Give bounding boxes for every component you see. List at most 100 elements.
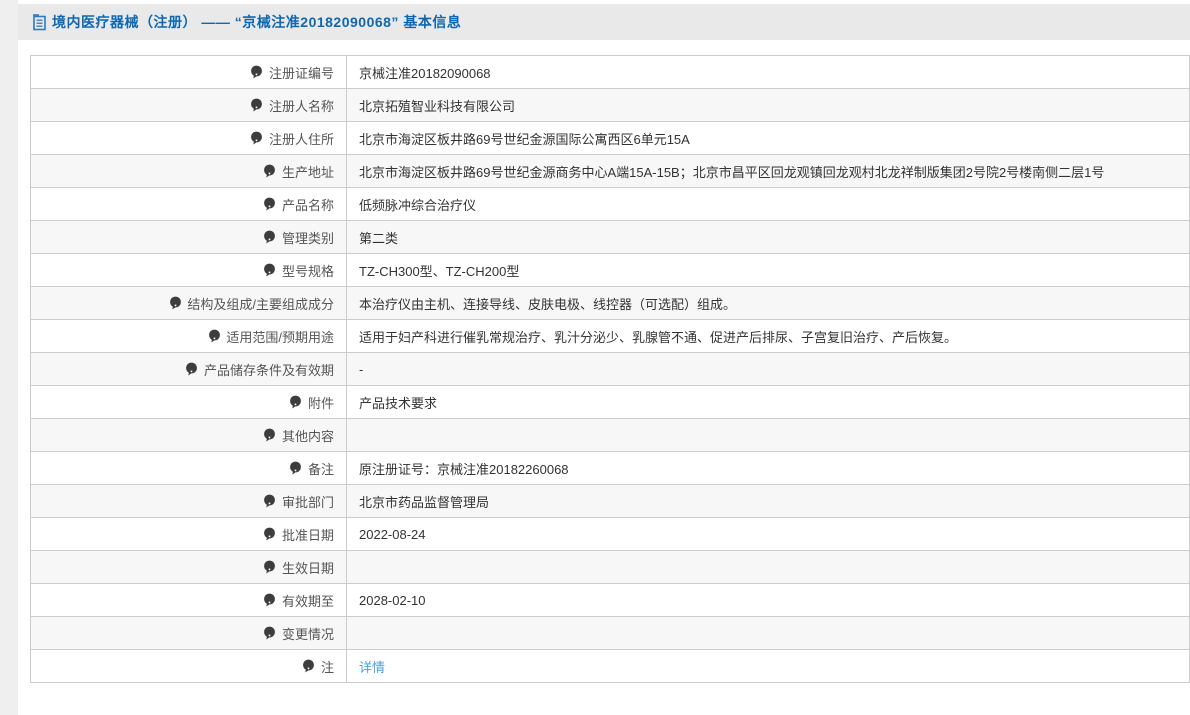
row-label-text: 注册人名称 [268,98,334,114]
row-value [346,550,1190,584]
page: 境内医疗器械（注册） —— “京械注准20182090068” 基本信息 注册证… [0,0,1190,715]
row-value: 详情 [346,649,1190,683]
note-icon [208,329,221,344]
row-label-text: 附件 [307,395,334,411]
registration-info-table: 注册证编号 京械注准20182090068 注册人名称 北京拓殖智业科技有限公司 [30,55,1190,683]
row-label: 附件 [30,385,347,419]
row-label: 注 [30,649,347,683]
row-label-text: 适用范围/预期用途 [226,329,334,345]
row-value: 2028-02-10 [346,583,1190,617]
row-label: 结构及组成/主要组成成分 [30,286,347,320]
table-row: 注册人住所 北京市海淀区板井路69号世纪金源国际公寓西区6单元15A [30,121,1190,155]
row-value: 2022-08-24 [346,517,1190,551]
row-label: 其他内容 [30,418,347,452]
note-icon [302,659,315,674]
row-label: 备注 [30,451,347,485]
row-label-text: 生产地址 [281,164,334,180]
table-row: 附件 产品技术要求 [30,385,1190,419]
row-value: 北京拓殖智业科技有限公司 [346,88,1190,122]
note-icon [289,395,302,410]
note-icon [289,461,302,476]
document-icon [32,13,47,31]
table-row: 备注 原注册证号：京械注准20182260068 [30,451,1190,485]
row-label: 有效期至 [30,583,347,617]
table-row: 产品储存条件及有效期 - [30,352,1190,386]
row-label-text: 备注 [307,461,334,477]
table-row: 注册证编号 京械注准20182090068 [30,55,1190,89]
row-label: 生效日期 [30,550,347,584]
row-value: 京械注准20182090068 [346,55,1190,89]
note-icon [263,263,276,278]
content-panel: 境内医疗器械（注册） —— “京械注准20182090068” 基本信息 注册证… [18,0,1190,715]
note-icon [250,65,263,80]
table-row: 其他内容 [30,418,1190,452]
table-row: 结构及组成/主要组成成分 本治疗仪由主机、连接导线、皮肤电极、线控器（可选配）组… [30,286,1190,320]
note-icon [263,230,276,245]
row-value [346,418,1190,452]
row-label-text: 审批部门 [281,494,334,510]
note-icon [263,197,276,212]
row-label-text: 结构及组成/主要组成成分 [187,296,334,312]
row-value: 本治疗仪由主机、连接导线、皮肤电极、线控器（可选配）组成。 [346,286,1190,320]
row-label-text: 管理类别 [281,230,334,246]
row-label: 产品储存条件及有效期 [30,352,347,386]
table-row: 注册人名称 北京拓殖智业科技有限公司 [30,88,1190,122]
page-title-bar: 境内医疗器械（注册） —— “京械注准20182090068” 基本信息 [18,4,1190,40]
note-icon [263,164,276,179]
row-label-text: 产品储存条件及有效期 [203,362,334,378]
row-value: 低频脉冲综合治疗仪 [346,187,1190,221]
table-row: 适用范围/预期用途 适用于妇产科进行催乳常规治疗、乳汁分泌少、乳腺管不通、促进产… [30,319,1190,353]
table-row: 生产地址 北京市海淀区板井路69号世纪金源商务中心A端15A-15B；北京市昌平… [30,154,1190,188]
row-label-text: 其他内容 [281,428,334,444]
note-icon [263,626,276,641]
row-label-text: 注 [320,659,334,675]
row-value: 产品技术要求 [346,385,1190,419]
row-label-text: 型号规格 [281,263,334,279]
table-row: 批准日期 2022-08-24 [30,517,1190,551]
row-label: 管理类别 [30,220,347,254]
row-label-text: 批准日期 [281,527,334,543]
row-label-text: 注册证编号 [268,65,334,81]
table-row: 型号规格 TZ-CH300型、TZ-CH200型 [30,253,1190,287]
table-row: 管理类别 第二类 [30,220,1190,254]
row-label: 变更情况 [30,616,347,650]
page-title: 境内医疗器械（注册） —— “京械注准20182090068” 基本信息 [52,14,462,30]
row-label-text: 生效日期 [281,560,334,576]
row-value: TZ-CH300型、TZ-CH200型 [346,253,1190,287]
note-icon [263,428,276,443]
row-label: 注册人住所 [30,121,347,155]
table-row: 生效日期 [30,550,1190,584]
row-label-text: 变更情况 [281,626,334,642]
note-icon [263,560,276,575]
row-value: 北京市药品监督管理局 [346,484,1190,518]
row-label: 型号规格 [30,253,347,287]
row-value [346,616,1190,650]
row-value: 适用于妇产科进行催乳常规治疗、乳汁分泌少、乳腺管不通、促进产后排尿、子宫复旧治疗… [346,319,1190,353]
row-value: - [346,352,1190,386]
note-icon [169,296,182,311]
row-label: 审批部门 [30,484,347,518]
details-link[interactable]: 详情 [359,660,385,675]
table-row: 变更情况 [30,616,1190,650]
row-label: 生产地址 [30,154,347,188]
row-label: 产品名称 [30,187,347,221]
row-label-text: 有效期至 [281,593,334,609]
note-icon [263,527,276,542]
row-value: 北京市海淀区板井路69号世纪金源国际公寓西区6单元15A [346,121,1190,155]
table-row: 审批部门 北京市药品监督管理局 [30,484,1190,518]
registration-table-body: 注册证编号 京械注准20182090068 注册人名称 北京拓殖智业科技有限公司 [30,55,1190,683]
row-label: 批准日期 [30,517,347,551]
table-row: 有效期至 2028-02-10 [30,583,1190,617]
table-row: 产品名称 低频脉冲综合治疗仪 [30,187,1190,221]
row-label: 适用范围/预期用途 [30,319,347,353]
note-icon [250,98,263,113]
row-label-text: 注册人住所 [268,131,334,147]
row-label: 注册人名称 [30,88,347,122]
row-label: 注册证编号 [30,55,347,89]
row-label-text: 产品名称 [281,197,334,213]
table-row: 注 详情 [30,649,1190,683]
note-icon [250,131,263,146]
note-icon [185,362,198,377]
note-icon [263,593,276,608]
row-value: 北京市海淀区板井路69号世纪金源商务中心A端15A-15B；北京市昌平区回龙观镇… [346,154,1190,188]
